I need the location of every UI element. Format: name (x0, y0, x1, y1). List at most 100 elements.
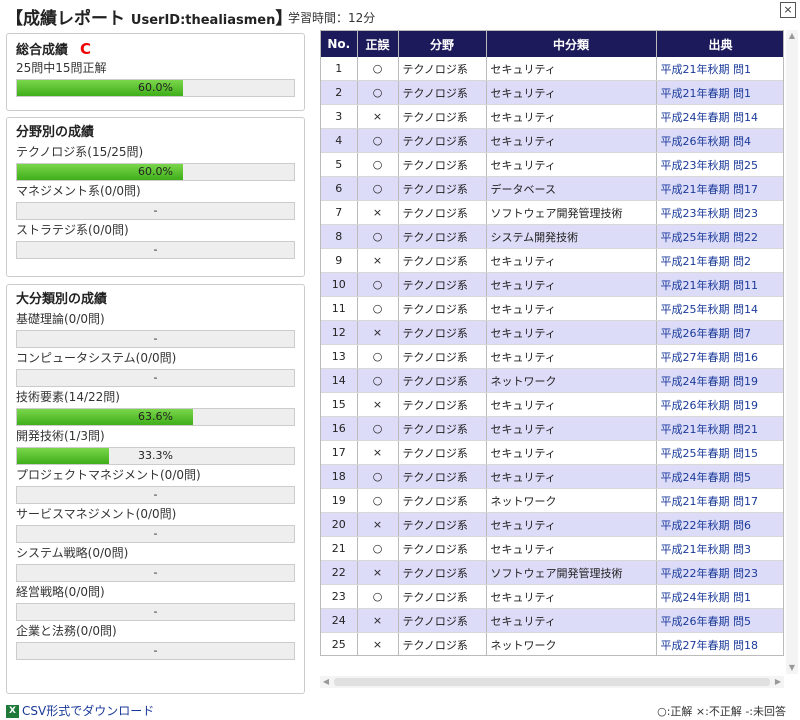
row-source[interactable]: 平成25年秋期 問22 (656, 224, 783, 249)
table-row[interactable]: 19 ○ テクノロジ系 ネットワーク 平成21年春期 問17 (321, 488, 783, 513)
row-field: テクノロジ系 (398, 320, 487, 345)
table-row[interactable]: 5 ○ テクノロジ系 セキュリティ 平成23年秋期 問25 (321, 152, 783, 177)
row-source[interactable]: 平成22年秋期 問6 (656, 512, 783, 537)
row-no: 18 (321, 464, 358, 489)
row-source[interactable]: 平成22年春期 問23 (656, 560, 783, 585)
header-no[interactable]: No. (321, 31, 358, 57)
table-row[interactable]: 16 ○ テクノロジ系 セキュリティ 平成21年秋期 問21 (321, 416, 783, 441)
scroll-left-icon[interactable]: ◀ (320, 676, 332, 688)
table-row[interactable]: 12 × テクノロジ系 セキュリティ 平成26年春期 問7 (321, 320, 783, 345)
row-source[interactable]: 平成23年秋期 問25 (656, 152, 783, 177)
table-row[interactable]: 18 ○ テクノロジ系 セキュリティ 平成24年春期 問5 (321, 464, 783, 489)
row-source[interactable]: 平成21年春期 問17 (656, 176, 783, 201)
major-progress-text: - (153, 488, 158, 501)
table-row[interactable]: 8 ○ テクノロジ系 システム開発技術 平成25年秋期 問22 (321, 224, 783, 249)
scroll-right-icon[interactable]: ▶ (772, 676, 784, 688)
row-subcategory: セキュリティ (486, 608, 657, 633)
table-row[interactable]: 9 × テクノロジ系 セキュリティ 平成21年春期 問2 (321, 248, 783, 273)
horizontal-scrollbar[interactable]: ◀ ▶ (320, 676, 784, 688)
table-row[interactable]: 20 × テクノロジ系 セキュリティ 平成22年秋期 問6 (321, 512, 783, 537)
row-subcategory: セキュリティ (486, 248, 657, 273)
row-source[interactable]: 平成21年秋期 問3 (656, 536, 783, 561)
row-source[interactable]: 平成26年春期 問7 (656, 320, 783, 345)
scroll-up-icon[interactable]: ▲ (786, 30, 798, 42)
overall-grade: C (80, 40, 92, 58)
row-subcategory: セキュリティ (486, 128, 657, 153)
row-source[interactable]: 平成25年秋期 問14 (656, 296, 783, 321)
table-row[interactable]: 11 ○ テクノロジ系 セキュリティ 平成25年秋期 問14 (321, 296, 783, 321)
row-result: ○ (357, 272, 399, 297)
table-row[interactable]: 1 ○ テクノロジ系 セキュリティ 平成21年秋期 問1 (321, 57, 783, 81)
table-row[interactable]: 23 ○ テクノロジ系 セキュリティ 平成24年秋期 問1 (321, 584, 783, 609)
field-progress-text: 60.0% (138, 165, 173, 178)
field-list: テクノロジ系(15/25問) 60.0% マネジメント系(0/0問) - ストラテジ系(… (7, 144, 304, 259)
table-row[interactable]: 10 ○ テクノロジ系 セキュリティ 平成21年秋期 問11 (321, 272, 783, 297)
row-result: × (357, 512, 399, 537)
row-source[interactable]: 平成26年秋期 問19 (656, 392, 783, 417)
row-source[interactable]: 平成21年秋期 問1 (656, 57, 783, 81)
row-source[interactable]: 平成24年春期 問5 (656, 464, 783, 489)
row-source[interactable]: 平成27年春期 問18 (656, 632, 783, 655)
header-field[interactable]: 分野 (398, 31, 487, 57)
row-source[interactable]: 平成21年秋期 問11 (656, 272, 783, 297)
header-source[interactable]: 出典 (656, 31, 783, 57)
table-row[interactable]: 14 ○ テクノロジ系 ネットワーク 平成24年春期 問19 (321, 368, 783, 393)
row-subcategory: セキュリティ (486, 344, 657, 369)
row-source[interactable]: 平成21年春期 問17 (656, 488, 783, 513)
table-row[interactable]: 2 ○ テクノロジ系 セキュリティ 平成21年春期 問1 (321, 80, 783, 105)
table-row[interactable]: 24 × テクノロジ系 セキュリティ 平成26年春期 問5 (321, 608, 783, 633)
table-row[interactable]: 13 ○ テクノロジ系 セキュリティ 平成27年春期 問16 (321, 344, 783, 369)
table-row[interactable]: 21 ○ テクノロジ系 セキュリティ 平成21年秋期 問3 (321, 536, 783, 561)
row-subcategory: セキュリティ (486, 464, 657, 489)
row-result: ○ (357, 416, 399, 441)
row-no: 22 (321, 560, 358, 585)
horizontal-scroll-thumb[interactable] (334, 678, 770, 686)
major-progress-bar: - (16, 369, 295, 387)
csv-download-link[interactable]: X CSV形式でダウンロード (6, 702, 154, 719)
table-row[interactable]: 7 × テクノロジ系 ソフトウェア開発管理技術 平成23年秋期 問23 (321, 200, 783, 225)
csv-download-label[interactable]: CSV形式でダウンロード (22, 704, 154, 718)
major-progress-text: - (153, 527, 158, 540)
row-subcategory: ネットワーク (486, 488, 657, 513)
row-source[interactable]: 平成24年秋期 問1 (656, 584, 783, 609)
major-list: 基礎理論(0/0問) - コンピュータシステム(0/0問) - 技術要素(14/22問)… (7, 311, 304, 660)
field-label: マネジメント系(0/0問) (16, 184, 141, 198)
table-row[interactable]: 6 ○ テクノロジ系 データベース 平成21年春期 問17 (321, 176, 783, 201)
row-source[interactable]: 平成26年春期 問5 (656, 608, 783, 633)
major-progress-bar: - (16, 486, 295, 504)
close-button[interactable]: × (780, 2, 796, 18)
row-source[interactable]: 平成24年春期 問19 (656, 368, 783, 393)
row-source[interactable]: 平成21年秋期 問21 (656, 416, 783, 441)
row-source[interactable]: 平成27年春期 問16 (656, 344, 783, 369)
row-field: テクノロジ系 (398, 152, 487, 177)
scroll-down-icon[interactable]: ▼ (786, 662, 798, 674)
legend: ○:正解 ×:不正解 -:未回答 (657, 705, 786, 718)
table-row[interactable]: 15 × テクノロジ系 セキュリティ 平成26年秋期 問19 (321, 392, 783, 417)
table-row[interactable]: 17 × テクノロジ系 セキュリティ 平成25年春期 問15 (321, 440, 783, 465)
row-no: 5 (321, 152, 358, 177)
table-row[interactable]: 25 × テクノロジ系 ネットワーク 平成27年春期 問18 (321, 632, 783, 655)
row-result: × (357, 632, 399, 655)
row-source[interactable]: 平成24年春期 問14 (656, 104, 783, 129)
row-source[interactable]: 平成23年秋期 問23 (656, 200, 783, 225)
vertical-scrollbar[interactable]: ▲ ▼ (786, 30, 798, 674)
row-field: テクノロジ系 (398, 560, 487, 585)
row-field: テクノロジ系 (398, 296, 487, 321)
table-row[interactable]: 3 × テクノロジ系 セキュリティ 平成24年春期 問14 (321, 104, 783, 129)
row-result: × (357, 248, 399, 273)
major-label: コンピュータシステム(0/0問) (16, 351, 177, 365)
header-subcategory[interactable]: 中分類 (486, 31, 657, 57)
table-row[interactable]: 4 ○ テクノロジ系 セキュリティ 平成26年秋期 問4 (321, 128, 783, 153)
field-title: 分野別の成績 (16, 125, 95, 140)
major-label: 開発技術(1/3問) (16, 429, 105, 443)
row-subcategory: セキュリティ (486, 57, 657, 81)
header-correct[interactable]: 正誤 (357, 31, 399, 57)
row-source[interactable]: 平成25年春期 問15 (656, 440, 783, 465)
major-label: 基礎理論(0/0問) (16, 312, 105, 326)
row-source[interactable]: 平成26年秋期 問4 (656, 128, 783, 153)
results-table-container[interactable]: No. 正誤 分野 中分類 出典 1 ○ テクノロジ系 セキュリティ 平成21年秋期 問… (320, 30, 784, 656)
row-source[interactable]: 平成21年春期 問1 (656, 80, 783, 105)
row-subcategory: ソフトウェア開発管理技術 (486, 200, 657, 225)
row-source[interactable]: 平成21年春期 問2 (656, 248, 783, 273)
table-row[interactable]: 22 × テクノロジ系 ソフトウェア開発管理技術 平成22年春期 問23 (321, 560, 783, 585)
